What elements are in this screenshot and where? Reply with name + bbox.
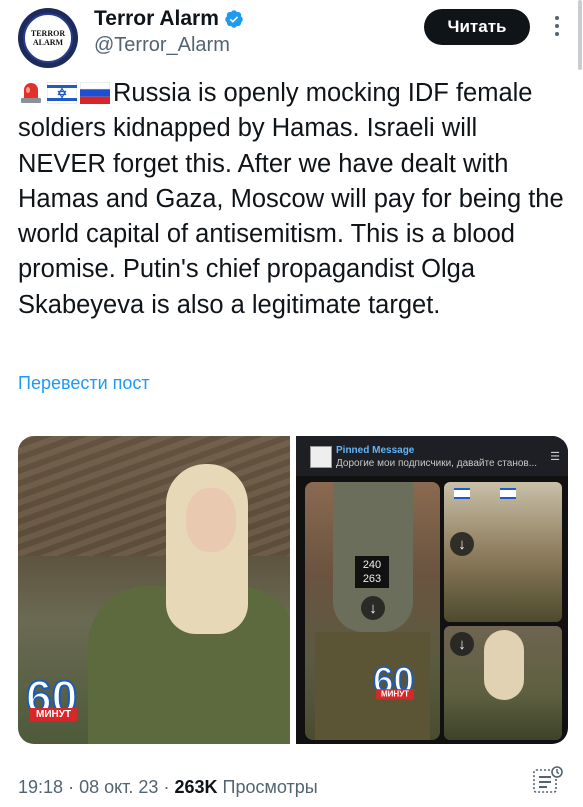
translate-post-link[interactable]: Перевести пост bbox=[18, 373, 150, 394]
download-icon: ↓ bbox=[450, 632, 474, 656]
download-icon: ↓ bbox=[450, 532, 474, 556]
pinned-list-icon: ☰ bbox=[550, 451, 560, 463]
avatar[interactable]: TERROR ALARM bbox=[18, 8, 78, 68]
media-photo-1[interactable]: 60 МИНУТ bbox=[18, 436, 290, 744]
pinned-text: Дорогие мои подписчики, давайте станов..… bbox=[336, 458, 538, 469]
video-thumbnail-side-2: ↓ bbox=[444, 626, 562, 740]
meta-separator: · bbox=[68, 777, 80, 797]
israel-flag-icon bbox=[500, 488, 516, 499]
channel-logo-badge: 60 МИНУТ bbox=[25, 673, 106, 729]
download-icon: ↓ bbox=[361, 596, 385, 620]
israel-flag-icon bbox=[47, 82, 77, 104]
tweet-header: TERROR ALARM Terror Alarm @Terror_Alarm … bbox=[0, 0, 583, 72]
video-thumbnail-main: 240 263 ↓ 60 МИНУТ bbox=[305, 482, 440, 740]
pinned-message-bar: Pinned Message Дорогие мои подписчики, д… bbox=[296, 436, 568, 476]
pinned-thumbnail bbox=[310, 446, 332, 468]
tweet-body-text: Russia is openly mocking IDF female sold… bbox=[18, 79, 564, 319]
avatar-logo-text: TERROR ALARM bbox=[30, 29, 66, 47]
tweet-date[interactable]: 08 окт. 23 bbox=[79, 777, 158, 797]
avatar-logo: TERROR ALARM bbox=[23, 13, 73, 63]
russia-flag-icon bbox=[80, 82, 110, 104]
views-label: Просмотры bbox=[222, 777, 318, 797]
scrollbar[interactable] bbox=[578, 0, 582, 70]
more-options-icon[interactable] bbox=[545, 14, 569, 38]
views-count: 263K bbox=[174, 777, 218, 797]
display-name[interactable]: Terror Alarm bbox=[94, 7, 219, 31]
verified-badge-icon bbox=[225, 10, 243, 28]
media-grid: 60 МИНУТ Pinned Message Дорогие мои подп… bbox=[18, 436, 568, 744]
channel-logo-badge: 60 МИНУТ bbox=[372, 659, 415, 702]
tweet-time[interactable]: 19:18 bbox=[18, 777, 63, 797]
pinned-title: Pinned Message bbox=[336, 445, 415, 456]
follow-button[interactable]: Читать bbox=[424, 9, 530, 45]
badge-label: МИНУТ bbox=[30, 708, 78, 721]
israel-flag-icon bbox=[454, 488, 470, 499]
media-photo-2[interactable]: Pinned Message Дорогие мои подписчики, д… bbox=[296, 436, 568, 744]
tweet-text: Russia is openly mocking IDF female sold… bbox=[18, 76, 568, 323]
meta-separator: · bbox=[163, 777, 175, 797]
author-name-row[interactable]: Terror Alarm bbox=[94, 7, 244, 31]
rotating-light-icon bbox=[18, 78, 44, 104]
tweet-meta: 19:18 · 08 окт. 23 · 263K Просмотры bbox=[18, 777, 318, 798]
analytics-icon[interactable] bbox=[532, 766, 564, 796]
video-thumbnail-side-1: ↓ bbox=[444, 482, 562, 622]
shirt-tag: 240 263 bbox=[355, 556, 389, 588]
author-handle[interactable]: @Terror_Alarm bbox=[94, 34, 230, 57]
